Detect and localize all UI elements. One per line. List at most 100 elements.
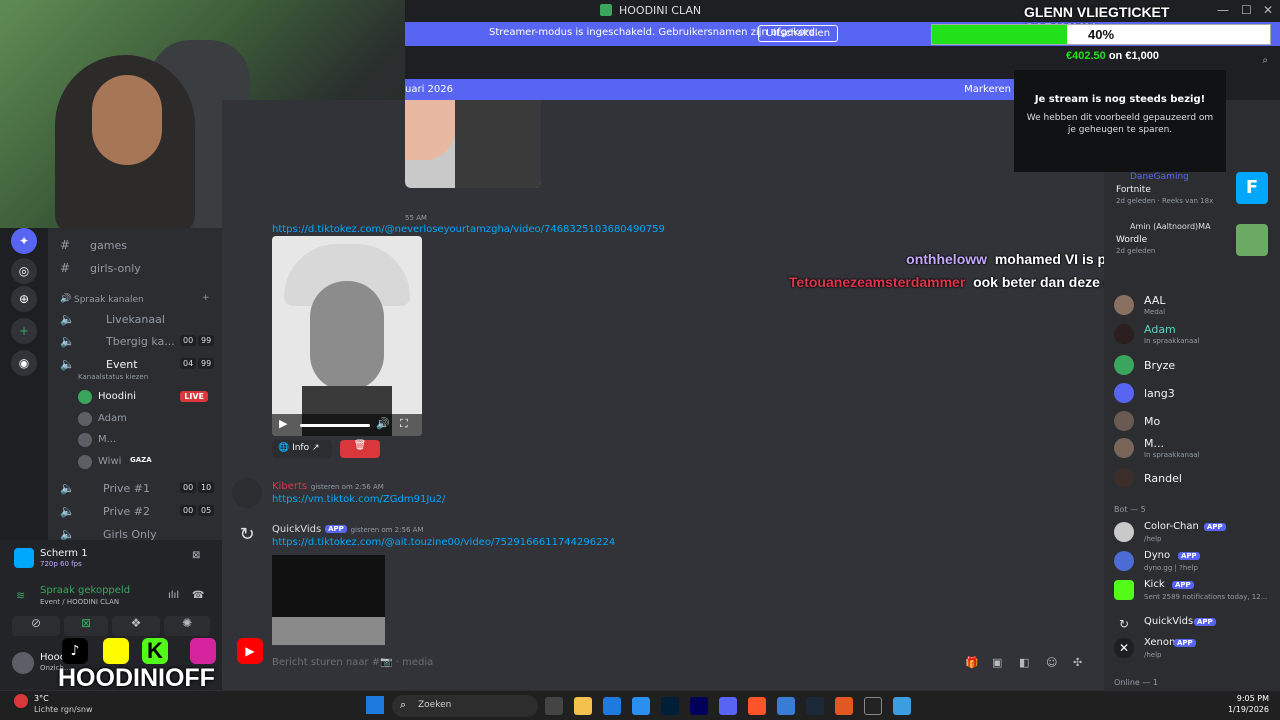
sticker-icon[interactable]: ◧ (1019, 656, 1029, 669)
stop-stream-icon[interactable]: ⊠ (192, 550, 200, 561)
voice-user-name: Wiwi (98, 456, 122, 467)
channel-girls-only[interactable]: # girls-only (48, 259, 222, 279)
photoshop-icon[interactable] (661, 697, 679, 715)
discord-icon[interactable] (719, 697, 737, 715)
task-view-icon[interactable] (545, 697, 563, 715)
app-badge: APP (1194, 618, 1216, 626)
minimize-icon[interactable]: — (1217, 3, 1229, 17)
premiere-icon[interactable] (690, 697, 708, 715)
delete-button[interactable]: 🗑 (340, 440, 380, 458)
voice-channel-prive-1[interactable]: 🔈 Prive #1 00 10 (48, 479, 222, 499)
app-icon[interactable] (777, 697, 795, 715)
play-icon[interactable]: ▶ (279, 417, 287, 430)
message-composer[interactable]: Bericht sturen naar #📷 · media 🎁 ▣ ◧ ☺ ✣ (262, 652, 1102, 674)
weather-temp[interactable]: 3°C (34, 694, 49, 703)
voice-user[interactable]: M... (78, 431, 218, 451)
disable-streamer-mode-button[interactable]: Uitschakelen (758, 25, 839, 42)
server-icon-1[interactable]: ✦ (11, 228, 37, 254)
member-row[interactable]: Bryze (1114, 353, 1280, 379)
voice-channel-tbergig[interactable]: 🔈 Tbergig ka... 00 99 (48, 332, 222, 352)
progress-goal: on €1,000 (1108, 50, 1159, 62)
video-thumbnail[interactable] (405, 100, 541, 188)
server-icon-3[interactable]: ⊕ (11, 286, 37, 312)
avatar[interactable] (232, 478, 262, 508)
discover-icon[interactable]: ◉ (11, 350, 37, 376)
bot-row[interactable]: Color-Chan/help APP (1114, 520, 1280, 546)
soundboard-button[interactable]: ✺ (164, 616, 210, 636)
voice-category[interactable]: 🔊 Spraak kanalen + (48, 292, 222, 312)
windows-start-icon[interactable] (366, 696, 384, 714)
bot-row[interactable]: Kick Sent 2589 notifications today, 12...… (1114, 578, 1280, 604)
file-explorer-icon[interactable] (574, 697, 592, 715)
firefox-icon[interactable] (835, 697, 853, 715)
bot-row[interactable]: Dyno dyno.gg | ?help APP (1114, 549, 1280, 575)
message-link: https://d.tiktokez.com/@neverloseyourtam… (272, 224, 665, 235)
seek-bar[interactable] (300, 424, 370, 427)
member-row[interactable]: Mo (1114, 409, 1280, 435)
store-icon[interactable] (603, 697, 621, 715)
embed-image[interactable]: ▶ 🔊 ⛶ (272, 236, 422, 436)
member-row[interactable]: lang3 (1114, 381, 1280, 407)
user-count: 00 (180, 335, 197, 346)
voice-channel-event[interactable]: 🔈 Event 04 99 (48, 355, 222, 375)
brave-icon[interactable] (748, 697, 766, 715)
mark-read-label[interactable]: Markeren (964, 84, 1011, 95)
activity-card[interactable]: DaneGaming Fortnite 2d geleden · Reeks v… (1114, 172, 1274, 208)
apps-icon[interactable]: ✣ (1073, 656, 1082, 669)
voice-channel-prive-2[interactable]: 🔈 Prive #2 00 05 (48, 502, 222, 522)
bot-name: Dyno (1144, 550, 1171, 561)
stream-paused-popup: Je stream is nog steeds bezig! We hebben… (1014, 70, 1226, 172)
volume-icon[interactable]: 🔊 (376, 417, 390, 430)
quickvids-avatar[interactable]: ↻ (232, 520, 262, 550)
noise-icon[interactable]: ılıl (168, 590, 179, 601)
channel-games[interactable]: # games (48, 236, 222, 256)
bot-status: Sent 2589 notifications today, 12... (1144, 593, 1268, 601)
voice-status-channel[interactable]: Event / HOODINI CLAN (40, 598, 119, 606)
member-row[interactable]: M... In spraakkanaal (1114, 436, 1280, 462)
close-window-icon[interactable]: ✕ (1263, 3, 1273, 17)
online-header: Online — 1 (1114, 678, 1158, 687)
maximize-icon[interactable]: ☐ (1241, 3, 1252, 17)
voice-status-title[interactable]: Spraak gekoppeld (40, 585, 130, 596)
emoji-icon[interactable]: ☺ (1046, 656, 1057, 669)
taskbar-search[interactable]: ⌕ Zoeken (392, 695, 538, 717)
screen-share-button[interactable]: ⊠ (64, 616, 108, 636)
info-button[interactable]: 🌐 Info ↗ (272, 440, 332, 458)
user-count: 00 (180, 505, 197, 516)
new-messages-bar[interactable]: uari 2026 Markeren (405, 79, 1015, 101)
disconnect-icon[interactable]: ☎ (192, 590, 204, 601)
fullscreen-icon[interactable]: ⛶ (400, 417, 408, 431)
activities-button[interactable]: ❖ (112, 616, 160, 636)
member-row[interactable]: AAL Medal (1114, 293, 1280, 319)
voice-user[interactable]: Adam (78, 410, 218, 430)
search-icon: ⌕ (400, 698, 407, 711)
camera-off-button[interactable]: ⊘ (12, 616, 60, 636)
avatar[interactable] (12, 652, 34, 674)
bot-row[interactable]: ✕ Xenon/help APP (1114, 636, 1280, 662)
obs-icon[interactable] (864, 697, 882, 715)
add-channel-icon[interactable]: + (202, 293, 210, 303)
external-link-icon: ↗ (312, 443, 320, 453)
gift-icon[interactable]: 🎁 (965, 656, 979, 669)
channel-status[interactable]: Kanaalstatus kiezen (78, 373, 148, 381)
youtube-icon: ▶ (237, 638, 263, 664)
server-icon-2[interactable]: ◎ (11, 258, 37, 284)
app-icon[interactable] (893, 697, 911, 715)
video-embed[interactable] (272, 555, 385, 645)
weather-text[interactable]: Lichte rgn/snw (34, 705, 93, 714)
activity-card[interactable]: Amin (Aaltnoord)MA Wordle 2d geleden (1114, 222, 1274, 258)
message-link[interactable]: https://d.tiktokez.com/@ait.touzine00/vi… (272, 537, 615, 548)
voice-user[interactable]: Wiwi GAZA (78, 453, 218, 473)
message-link[interactable]: https://vm.tiktok.com/ZGdm91Ju2/ (272, 494, 445, 505)
edge-icon[interactable] (632, 697, 650, 715)
clock-time[interactable]: 9:05 PM (1205, 694, 1269, 703)
clock-date[interactable]: 1/19/2026 (1205, 705, 1269, 714)
voice-user[interactable]: Hoodini LIVE (78, 388, 218, 408)
member-row[interactable]: Randel (1114, 466, 1280, 492)
voice-channel-livekanaal[interactable]: 🔈 Livekanaal (48, 310, 222, 330)
add-server-icon[interactable]: + (11, 318, 37, 344)
steam-icon[interactable] (806, 697, 824, 715)
member-row[interactable]: Adam In spraakkanaal (1114, 322, 1280, 348)
bot-row[interactable]: ↻ QuickVids APP (1114, 612, 1280, 638)
gif-icon[interactable]: ▣ (992, 656, 1002, 669)
